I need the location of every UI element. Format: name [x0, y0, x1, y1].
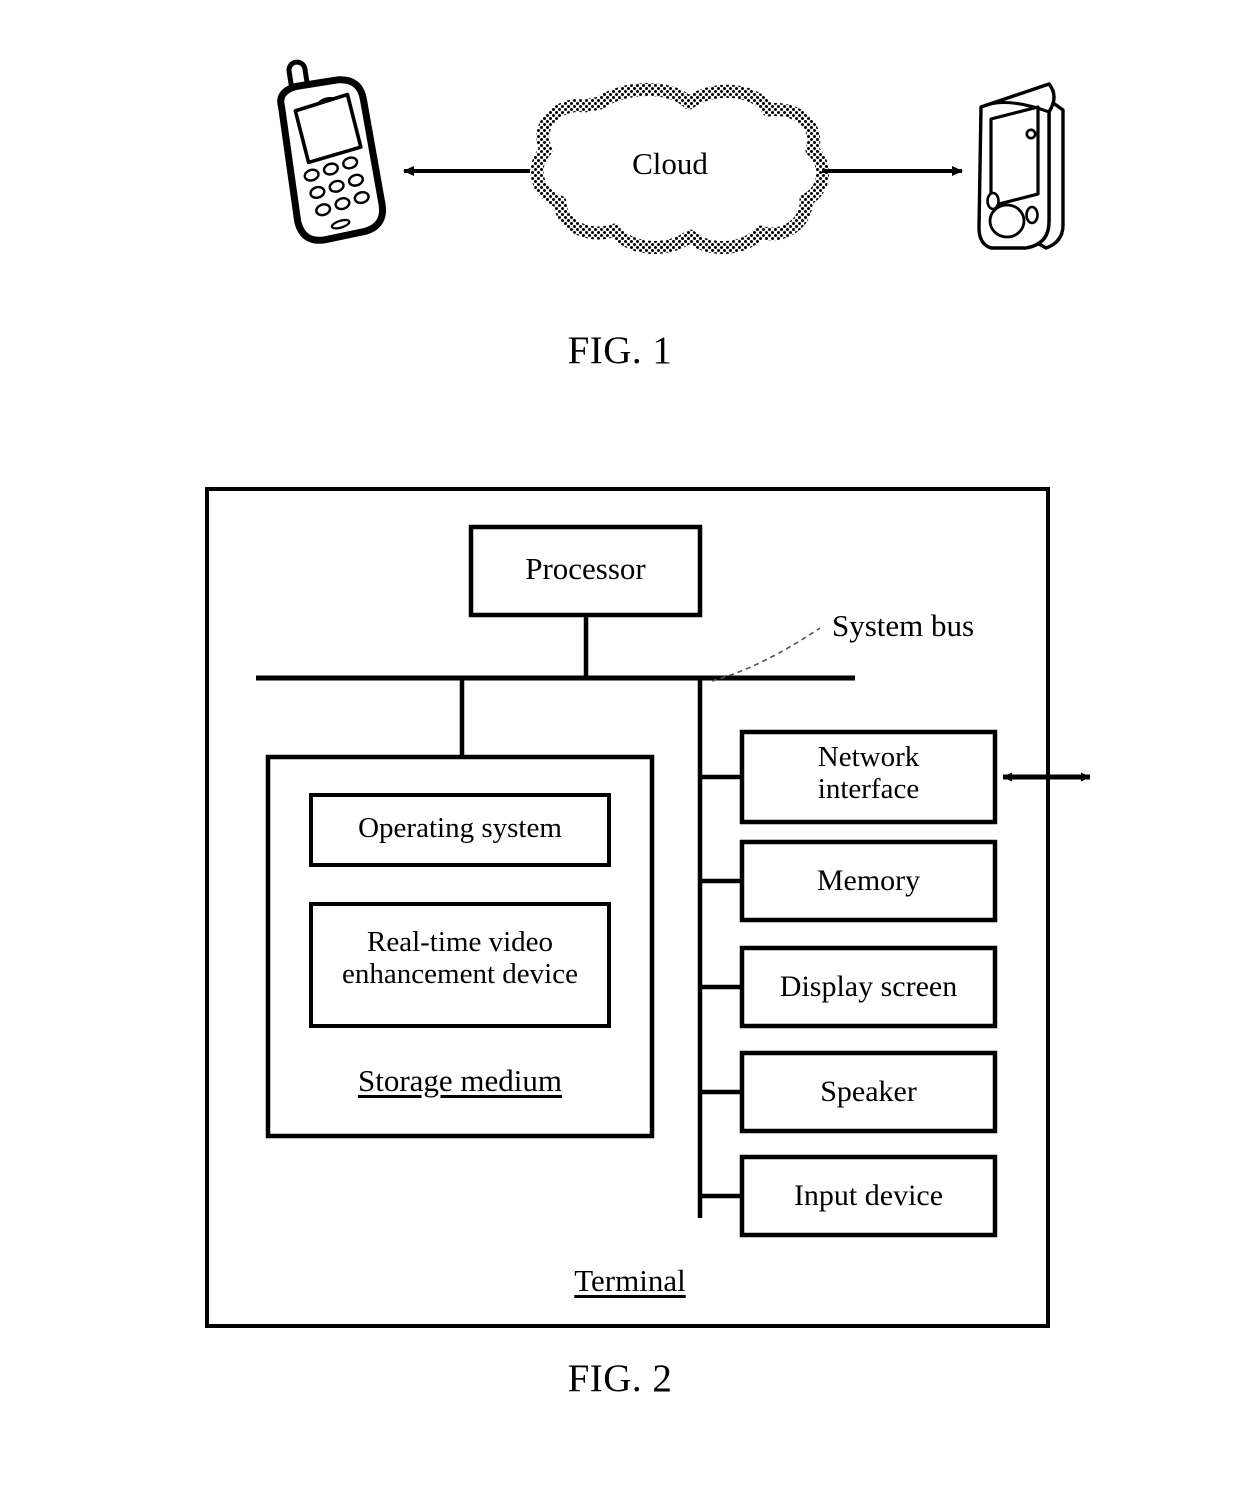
- cloud-label: Cloud: [632, 146, 708, 181]
- operating-system-box: [309, 793, 611, 867]
- fig2-group: [205, 487, 1091, 1328]
- fig2-caption: FIG. 2: [567, 1357, 673, 1400]
- fig1-caption: FIG. 1: [567, 329, 673, 372]
- speaker-box: [739, 1050, 998, 1134]
- rtv-enhancement-device-box: [309, 902, 611, 1028]
- memory-box: [739, 839, 998, 923]
- mobile-phone-icon: [277, 59, 387, 244]
- pda-device-icon: [977, 82, 1065, 250]
- patent-figure-page: Cloud FIG. 1 Processor System bus Operat…: [0, 0, 1240, 1491]
- figures-svg: [205, 59, 1091, 1328]
- network-interface-box: [739, 729, 998, 825]
- input-device-box: [739, 1154, 998, 1238]
- display-screen-box: [739, 945, 998, 1029]
- processor-box: [468, 524, 703, 618]
